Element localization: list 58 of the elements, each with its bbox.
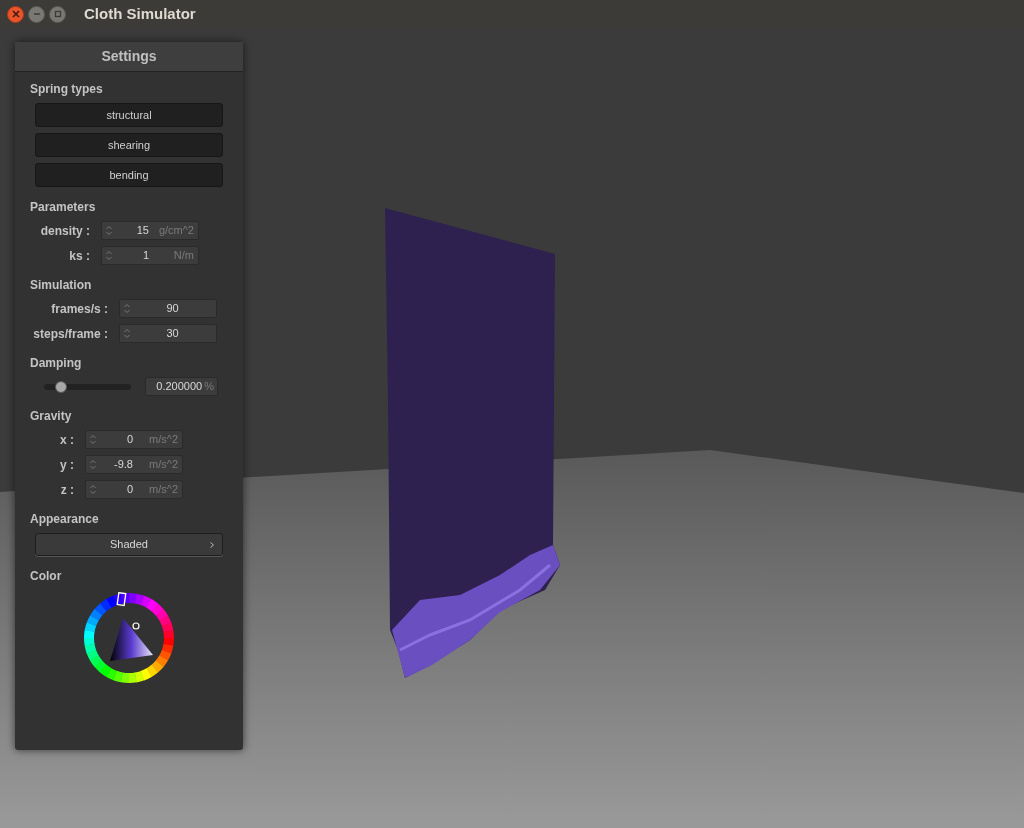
field-value: -9.8 (113, 457, 133, 473)
field-value: 0 (125, 482, 133, 498)
number-field[interactable]: 0 m/s^2 (85, 430, 183, 449)
chevron-icon (210, 541, 214, 548)
section-heading: Damping (30, 355, 83, 371)
number-field[interactable]: 1 N/m (101, 246, 199, 265)
slider-thumb[interactable] (55, 380, 68, 393)
spring-type-button[interactable]: shearing (35, 133, 223, 157)
field-value: 30 (165, 326, 180, 342)
color-wheel[interactable] (83, 592, 175, 684)
field-unit: g/cm^2 (157, 223, 194, 239)
field-label: steps/frame : (32, 325, 108, 343)
section-heading: Gravity (30, 408, 73, 424)
spinner-icon[interactable] (90, 484, 96, 495)
number-field[interactable]: 90 (119, 299, 217, 318)
minimize-button[interactable] (28, 5, 45, 23)
window-title: Cloth Simulator (84, 3, 196, 24)
field-value: 90 (165, 301, 180, 317)
minimize-icon (32, 10, 41, 18)
close-button[interactable] (7, 5, 24, 23)
field-value: 15 (135, 223, 149, 239)
spring-type-button[interactable]: bending (35, 163, 223, 187)
field-label: x : (59, 431, 74, 449)
section-heading: Simulation (30, 277, 93, 293)
panel-title: Settings (15, 42, 243, 72)
number-field[interactable]: -9.8 m/s^2 (85, 455, 183, 474)
section-heading: Parameters (30, 199, 97, 215)
maximize-button[interactable] (49, 5, 66, 23)
close-icon (11, 10, 20, 18)
field-label: z : (59, 481, 74, 499)
field-unit: N/m (172, 248, 194, 264)
spring-type-button[interactable]: structural (35, 103, 223, 127)
number-field[interactable]: 0.200000 % (145, 377, 218, 396)
number-field[interactable]: 30 (119, 324, 217, 343)
spinner-icon[interactable] (90, 434, 96, 445)
field-label: frames/s : (50, 300, 108, 318)
spinner-icon[interactable] (106, 250, 112, 261)
field-value: 0 (125, 432, 133, 448)
field-label: density : (39, 222, 90, 240)
field-label: ks : (68, 247, 90, 265)
spinner-icon[interactable] (90, 459, 96, 470)
maximize-icon (53, 10, 62, 18)
section-heading: Color (30, 568, 63, 584)
field-value: 1 (141, 248, 149, 264)
spinner-icon[interactable] (124, 328, 130, 339)
field-unit: m/s^2 (148, 457, 178, 473)
field-label: y : (59, 456, 74, 474)
field-unit: % (204, 379, 214, 395)
spinner-icon[interactable] (106, 225, 112, 236)
section-heading: Spring types (30, 81, 104, 97)
field-unit: m/s^2 (148, 432, 178, 448)
number-field[interactable]: 0 m/s^2 (85, 480, 183, 499)
field-unit: m/s^2 (148, 482, 178, 498)
field-value: 0.200000 (156, 379, 203, 395)
appearance-dropdown[interactable]: Shaded (35, 533, 223, 556)
spinner-icon[interactable] (124, 303, 130, 314)
section-heading: Appearance (30, 511, 100, 527)
number-field[interactable]: 15 g/cm^2 (101, 221, 199, 240)
